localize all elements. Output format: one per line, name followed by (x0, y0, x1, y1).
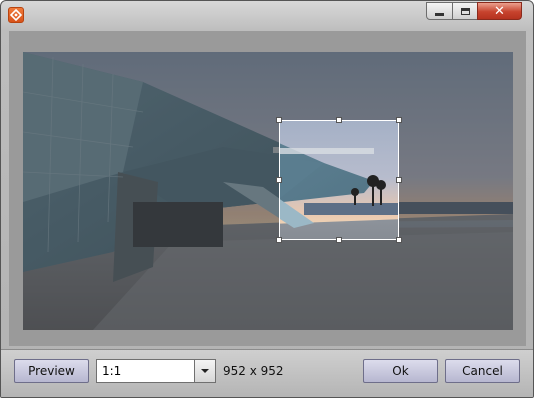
output-dimensions: 952 x 952 (223, 364, 284, 378)
ok-button[interactable]: Ok (363, 359, 438, 383)
action-bar: Preview 1:1 952 x 952 Ok Cancel (1, 349, 533, 397)
crop-preview (280, 121, 398, 239)
aspect-ratio-value: 1:1 (102, 364, 122, 378)
minimize-button[interactable] (426, 2, 453, 20)
crop-handle-top-left[interactable] (276, 117, 282, 123)
close-button[interactable]: ✕ (477, 2, 522, 20)
crop-handle-bottom-left[interactable] (276, 237, 282, 243)
crop-handle-left[interactable] (276, 177, 282, 183)
crop-handle-right[interactable] (396, 177, 402, 183)
chevron-down-icon[interactable] (194, 360, 215, 382)
dim-overlay (23, 52, 513, 330)
maximize-button[interactable] (452, 2, 478, 20)
minimize-icon (435, 12, 444, 16)
crop-handle-top[interactable] (336, 117, 342, 123)
title-bar[interactable]: ✕ (1, 1, 533, 29)
close-icon: ✕ (494, 3, 505, 19)
crop-handle-bottom-right[interactable] (396, 237, 402, 243)
photo (23, 52, 513, 330)
crop-selection[interactable] (279, 120, 399, 240)
crop-handle-bottom[interactable] (336, 237, 342, 243)
image-viewport (9, 31, 526, 346)
crop-handle-top-right[interactable] (396, 117, 402, 123)
preview-button[interactable]: Preview (14, 359, 89, 383)
aspect-ratio-select[interactable]: 1:1 (96, 359, 216, 383)
app-logo-icon (8, 7, 24, 23)
crop-dialog-window: ✕ Preview 1:1 952 x 952 Ok Cancel (0, 0, 534, 398)
cancel-button[interactable]: Cancel (445, 359, 520, 383)
maximize-icon (460, 7, 470, 15)
